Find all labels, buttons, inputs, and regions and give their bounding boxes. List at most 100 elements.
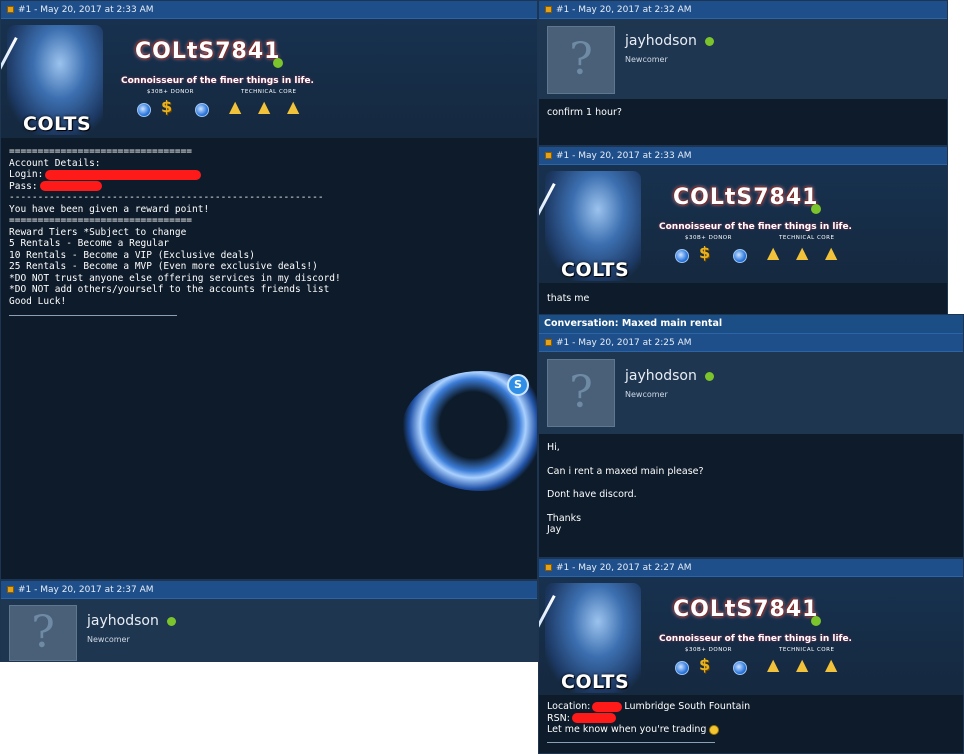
orb-icon — [675, 661, 689, 675]
post-date[interactable]: #1 - May 20, 2017 at 2:33 AM — [18, 5, 154, 15]
banner-username: COLtS7841 — [135, 39, 281, 64]
penguin-icon: ▲ — [767, 243, 780, 262]
penguin-icon: ▲ — [825, 655, 838, 674]
post-icon — [7, 6, 14, 13]
online-dot-icon — [704, 371, 714, 381]
msg-line: Good Luck! — [9, 295, 67, 307]
orb-icon — [675, 249, 689, 263]
tech-badge-label: TECHNICAL CORE — [241, 89, 297, 95]
msg-line: Thanks — [547, 512, 582, 524]
msg-line: ================================ — [9, 215, 193, 226]
post-message: confirm 1 hour? — [547, 107, 622, 118]
msg-line: Reward Tiers *Subject to change — [9, 226, 187, 238]
post-message: Hi, Can i rent a maxed main please? Dont… — [539, 434, 963, 536]
signature-banner: COLTS COLtS7841 Connoisseur of the finer… — [539, 165, 947, 283]
conversation-title[interactable]: Conversation: Maxed main rental — [539, 315, 963, 334]
post-date[interactable]: #1 - May 20, 2017 at 2:25 AM — [556, 338, 692, 348]
redaction-mark — [571, 713, 616, 723]
online-dot-icon — [811, 204, 821, 214]
donor-badge-label: $30B+ DONOR — [685, 235, 732, 241]
user-info-bar: ? jayhodson Newcomer — [1, 599, 537, 661]
msg-line: 5 Rentals - Become a Regular — [9, 238, 170, 249]
post-date[interactable]: #1 - May 20, 2017 at 2:37 AM — [18, 585, 154, 595]
post-icon — [545, 152, 552, 159]
msg-line: Can i rent a maxed main please? — [547, 465, 704, 477]
username-link[interactable]: jayhodson — [87, 613, 176, 629]
banner-tagline: Connoisseur of the finer things in life. — [659, 634, 852, 644]
msg-line: Dont have discord. — [547, 489, 637, 500]
post-date[interactable]: #1 - May 20, 2017 at 2:27 AM — [556, 563, 692, 573]
donor-badge-label: $30B+ DONOR — [685, 647, 732, 653]
conversation-panel: Conversation: Maxed main rental #1 - May… — [538, 314, 964, 558]
orb-icon — [733, 661, 747, 675]
banner-colts-text: COLTS — [23, 113, 92, 135]
penguin-icon: ▲ — [825, 243, 838, 262]
user-title: Newcomer — [625, 55, 668, 64]
signature-banner: COLTS COLtS7841 Connoisseur of the finer… — [539, 577, 963, 695]
question-mark-avatar-icon[interactable]: ? — [9, 605, 77, 661]
post-icon — [545, 6, 552, 13]
online-dot-icon — [811, 616, 821, 626]
username-link[interactable]: jayhodson — [625, 33, 714, 49]
post-date[interactable]: #1 - May 20, 2017 at 2:33 AM — [556, 151, 692, 161]
post-message: thats me — [547, 293, 590, 304]
user-info-bar: ? jayhodson Newcomer — [539, 19, 947, 99]
online-dot-icon — [704, 36, 714, 46]
banner-tagline: Connoisseur of the finer things in life. — [659, 222, 852, 232]
post-panel-left-bottom: #1 - May 20, 2017 at 2:37 AM ? jayhodson… — [0, 580, 538, 662]
pass-line: Pass: — [1, 181, 537, 193]
signature-banner: COLTS COLtS7841 Connoisseur of the finer… — [1, 19, 537, 138]
post-message: Location: Lumbridge South Fountain RSN: L… — [539, 695, 963, 743]
post-icon — [7, 586, 14, 593]
post-header: #1 - May 20, 2017 at 2:33 AM — [1, 1, 537, 19]
msg-line: Hi, — [547, 442, 560, 453]
banner-username: COLtS7841 — [673, 597, 819, 622]
msg-line: Jay — [547, 524, 562, 535]
user-title: Newcomer — [87, 635, 130, 644]
post-date[interactable]: #1 - May 20, 2017 at 2:32 AM — [556, 5, 692, 15]
rsn-line: RSN: — [539, 713, 963, 725]
post-header: #1 - May 20, 2017 at 2:37 AM — [1, 581, 537, 599]
online-dot-icon — [273, 58, 283, 68]
banner-username: COLtS7841 — [673, 185, 819, 210]
login-line: Login: — [1, 169, 537, 181]
post-icon — [545, 564, 552, 571]
msg-line: *DO NOT add others/yourself to the accou… — [9, 284, 330, 295]
tech-badge-label: TECHNICAL CORE — [779, 235, 835, 241]
orb-icon — [733, 249, 747, 263]
post-header: #1 - May 20, 2017 at 2:25 AM — [539, 334, 963, 352]
banner-colts-text: COLTS — [561, 671, 630, 693]
penguin-icon: ▲ — [767, 655, 780, 674]
online-dot-icon — [166, 616, 176, 626]
penguin-icon: ▲ — [796, 243, 809, 262]
gold-coins-icon: $ — [161, 97, 173, 116]
banner-colts-text: COLTS — [561, 259, 630, 281]
tech-badge-label: TECHNICAL CORE — [779, 647, 835, 653]
msg-line: 10 Rentals - Become a VIP (Exclusive dea… — [9, 249, 255, 261]
user-info-bar: ? jayhodson Newcomer — [539, 352, 963, 434]
post-panel-right-1: #1 - May 20, 2017 at 2:32 AM ? jayhodson… — [538, 0, 948, 146]
post-message: ================================ Account… — [1, 138, 537, 316]
msg-line: *DO NOT trust anyone else offering servi… — [9, 272, 341, 284]
smiley-icon — [709, 724, 720, 735]
penguin-icon: ▲ — [229, 97, 242, 116]
post-panel-right-2: #1 - May 20, 2017 at 2:33 AM COLTS COLtS… — [538, 146, 948, 316]
msg-line: ================================ — [9, 146, 193, 157]
question-mark-avatar-icon[interactable]: ? — [547, 359, 615, 427]
post-panel-left: #1 - May 20, 2017 at 2:33 AM COLTS COLtS… — [0, 0, 538, 580]
msg-line: ----------------------------------------… — [9, 192, 324, 203]
penguin-icon: ▲ — [796, 655, 809, 674]
gold-coins-icon: $ — [699, 655, 711, 674]
signature-divider — [547, 741, 715, 743]
msg-line: Account Details: — [9, 157, 101, 169]
username-link[interactable]: jayhodson — [625, 368, 714, 384]
redaction-mark — [39, 181, 102, 191]
penguin-icon: ▲ — [258, 97, 271, 116]
location-line: Location: Lumbridge South Fountain — [547, 701, 751, 712]
post-header: #1 - May 20, 2017 at 2:32 AM — [539, 1, 947, 19]
skype-icon: S — [507, 374, 529, 396]
gold-coins-icon: $ — [699, 243, 711, 262]
banner-tagline: Connoisseur of the finer things in life. — [121, 76, 314, 86]
question-mark-avatar-icon[interactable]: ? — [547, 26, 615, 94]
post-icon — [545, 339, 552, 346]
